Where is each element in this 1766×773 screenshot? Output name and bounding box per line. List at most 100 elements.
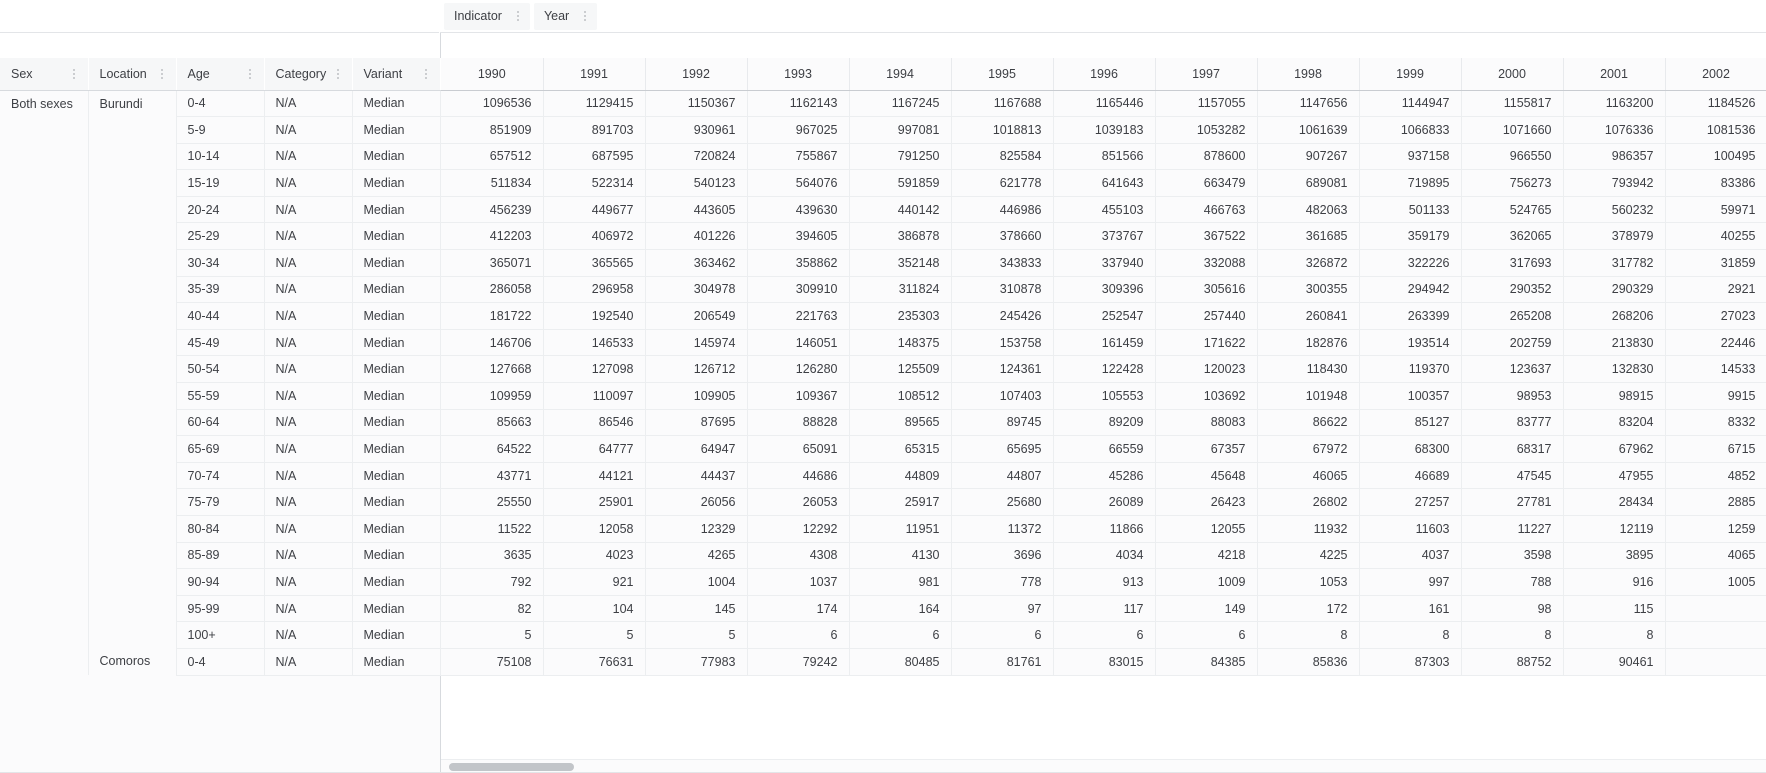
year-column-header-1995[interactable]: 1995 — [951, 58, 1054, 91]
cell-sex — [0, 196, 89, 223]
cell-value-1992: 12329 — [645, 515, 748, 543]
cell-value-2000: 68317 — [1461, 435, 1564, 463]
kebab-menu-icon[interactable] — [420, 66, 432, 82]
cell-value-2002: 4852 — [1665, 462, 1766, 490]
kebab-menu-icon[interactable] — [244, 66, 256, 82]
cell-value-1997: 663479 — [1155, 169, 1258, 197]
cell-value-1992: 87695 — [645, 409, 748, 437]
cell-sex — [0, 355, 89, 383]
year-values-pane[interactable]: 1990 1991 1992 1993 1994 1995 1996 1997 1998 1999… — [440, 33, 1766, 773]
kebab-menu-icon[interactable] — [68, 66, 80, 82]
cell-value-1996: 117 — [1053, 595, 1156, 623]
cell-value-1999: 294942 — [1359, 276, 1462, 304]
cell-value-1993: 439630 — [747, 196, 850, 224]
cell-value-1992: 363462 — [645, 249, 748, 277]
kebab-menu-icon[interactable] — [332, 66, 344, 82]
cell-category: N/A — [264, 355, 353, 384]
kebab-menu-icon[interactable] — [512, 8, 524, 24]
cell-value-1993: 1037 — [747, 568, 850, 596]
year-column-header-1992[interactable]: 1992 — [645, 58, 748, 91]
cell-value-2001: 1076336 — [1563, 116, 1666, 144]
cell-value-1991: 296958 — [543, 276, 646, 304]
table-row-values: 851909 891703 930961 967025 997081 1018813 103… — [441, 116, 1766, 144]
cell-value-1994: 591859 — [849, 169, 952, 197]
year-column-header-1997[interactable]: 1997 — [1155, 58, 1258, 91]
year-column-header-label: 1991 — [580, 66, 608, 81]
year-column-header-2001[interactable]: 2001 — [1563, 58, 1666, 91]
cell-value-1996: 455103 — [1053, 196, 1156, 224]
cell-value-2001: 268206 — [1563, 302, 1666, 330]
cell-value-2002: 1005 — [1665, 568, 1766, 596]
column-header-sex[interactable]: Sex — [0, 58, 89, 91]
column-header-category[interactable]: Category — [264, 58, 353, 91]
cell-variant: Median — [352, 648, 441, 676]
cell-location — [88, 116, 177, 144]
cell-value-1999: 937158 — [1359, 143, 1462, 171]
year-scroll-viewport[interactable]: 1990 1991 1992 1993 1994 1995 1996 1997 1998 1999… — [441, 33, 1766, 773]
year-header: 1990 1991 1992 1993 1994 1995 1996 1997 1998 1999… — [441, 58, 1766, 91]
cell-value-1995: 6 — [951, 621, 1054, 649]
cell-category: N/A — [264, 648, 353, 676]
cell-value-2002: 1259 — [1665, 515, 1766, 543]
cell-value-1990: 365071 — [441, 249, 544, 277]
cell-value-1998: 85836 — [1257, 648, 1360, 676]
column-header-location[interactable]: Location — [88, 58, 177, 91]
kebab-menu-icon[interactable] — [156, 66, 168, 82]
cell-category: N/A — [264, 169, 353, 197]
cell-value-1995: 44807 — [951, 462, 1054, 490]
horizontal-scrollbar-thumb[interactable] — [449, 763, 574, 771]
cell-value-1999: 100357 — [1359, 382, 1462, 410]
column-header-variant[interactable]: Variant — [352, 58, 441, 91]
cell-value-1993: 12292 — [747, 515, 850, 543]
year-column-header-1998[interactable]: 1998 — [1257, 58, 1360, 91]
year-column-header-1996[interactable]: 1996 — [1053, 58, 1156, 91]
year-column-header-1994[interactable]: 1994 — [849, 58, 952, 91]
cell-value-1991: 127098 — [543, 355, 646, 384]
cell-location — [88, 355, 177, 383]
kebab-menu-icon[interactable] — [579, 8, 591, 24]
table-row-values: 64522 64777 64947 65091 65315 65695 66559 67357… — [441, 435, 1766, 463]
table-row: 30-34 N/A Median — [0, 249, 441, 277]
cell-value-1996: 122428 — [1053, 355, 1156, 384]
table-row: 5-9 N/A Median — [0, 116, 441, 144]
field-chip-year[interactable]: Year — [533, 2, 598, 30]
cell-value-2000: 524765 — [1461, 196, 1564, 224]
cell-location: Burundi — [88, 90, 177, 117]
year-column-header-2002[interactable]: 2002 — [1665, 58, 1766, 91]
cell-value-2000: 966550 — [1461, 143, 1564, 171]
cell-value-1993: 6 — [747, 621, 850, 649]
cell-category: N/A — [264, 116, 353, 144]
cell-value-1998: 4225 — [1257, 542, 1360, 570]
data-grid: Sex Location Age Category Variant Both sexes… — [0, 33, 1766, 773]
cell-variant: Median — [352, 196, 441, 224]
cell-value-2001: 290329 — [1563, 276, 1666, 304]
cell-value-1990: 85663 — [441, 409, 544, 437]
cell-value-1997: 88083 — [1155, 409, 1258, 437]
cell-value-1990: 511834 — [441, 169, 544, 197]
cell-value-1990: 851909 — [441, 116, 544, 144]
cell-value-1997: 878600 — [1155, 143, 1258, 171]
table-row: 65-69 N/A Median — [0, 435, 441, 463]
horizontal-scrollbar[interactable] — [441, 759, 1766, 773]
table-row-values: 75108 76631 77983 79242 80485 81761 83015 84385… — [441, 648, 1766, 676]
year-column-header-1990[interactable]: 1990 — [441, 58, 544, 91]
year-column-header-1991[interactable]: 1991 — [543, 58, 646, 91]
field-chip-indicator[interactable]: Indicator — [444, 2, 530, 30]
cell-value-1999: 119370 — [1359, 355, 1462, 384]
year-column-header-1993[interactable]: 1993 — [747, 58, 850, 91]
cell-value-1994: 4130 — [849, 542, 952, 570]
year-column-header-2000[interactable]: 2000 — [1461, 58, 1564, 91]
right-header-spacer — [441, 33, 1766, 58]
cell-value-2002: 22446 — [1665, 329, 1766, 357]
cell-value-1996: 45286 — [1053, 462, 1156, 490]
cell-location — [88, 249, 177, 277]
cell-value-1998: 46065 — [1257, 462, 1360, 490]
cell-value-1994: 235303 — [849, 302, 952, 330]
cell-value-2002: 1184526 — [1665, 90, 1766, 118]
cell-variant: Median — [352, 462, 441, 490]
cell-variant: Median — [352, 249, 441, 277]
year-column-header-1999[interactable]: 1999 — [1359, 58, 1462, 91]
column-header-age[interactable]: Age — [176, 58, 265, 91]
cell-value-1991: 110097 — [543, 382, 646, 410]
cell-value-1997: 367522 — [1155, 222, 1258, 251]
